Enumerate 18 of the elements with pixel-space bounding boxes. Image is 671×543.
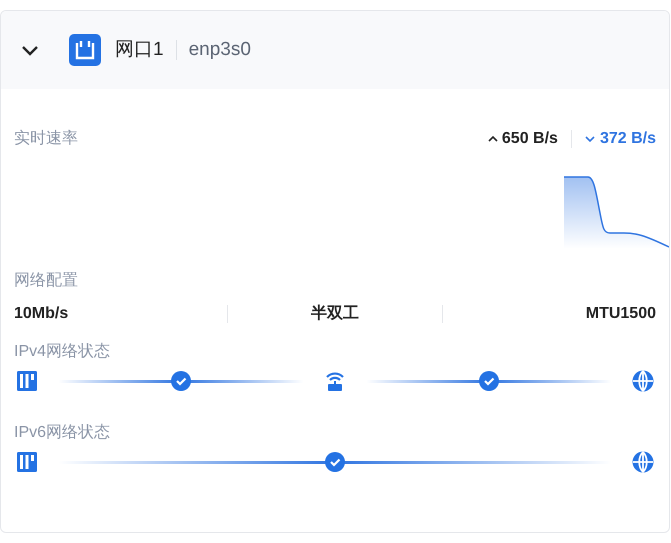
router-icon bbox=[325, 371, 345, 391]
config-value: MTU1500 bbox=[586, 304, 656, 324]
server-icon bbox=[17, 371, 37, 391]
globe-icon bbox=[632, 370, 654, 392]
section-label: IPv4网络状态 bbox=[14, 342, 112, 362]
ethernet-port-icon bbox=[69, 34, 101, 66]
config-value: 半双工 bbox=[310, 304, 359, 324]
port-title: 网口1 bbox=[115, 38, 164, 62]
globe-icon bbox=[632, 451, 654, 473]
section-label: 网络配置 bbox=[14, 271, 79, 291]
section-label: 实时速率 bbox=[14, 128, 78, 149]
section-label: IPv6网络状态 bbox=[14, 422, 112, 443]
download-rate: 372 B/s bbox=[600, 129, 656, 149]
upload-rate: 650 B/s bbox=[502, 129, 558, 149]
device-name: enp3s0 bbox=[188, 38, 251, 62]
server-icon bbox=[17, 452, 37, 472]
config-value: 10Mb/s bbox=[14, 304, 68, 324]
chevron-icon[interactable] bbox=[21, 44, 39, 56]
